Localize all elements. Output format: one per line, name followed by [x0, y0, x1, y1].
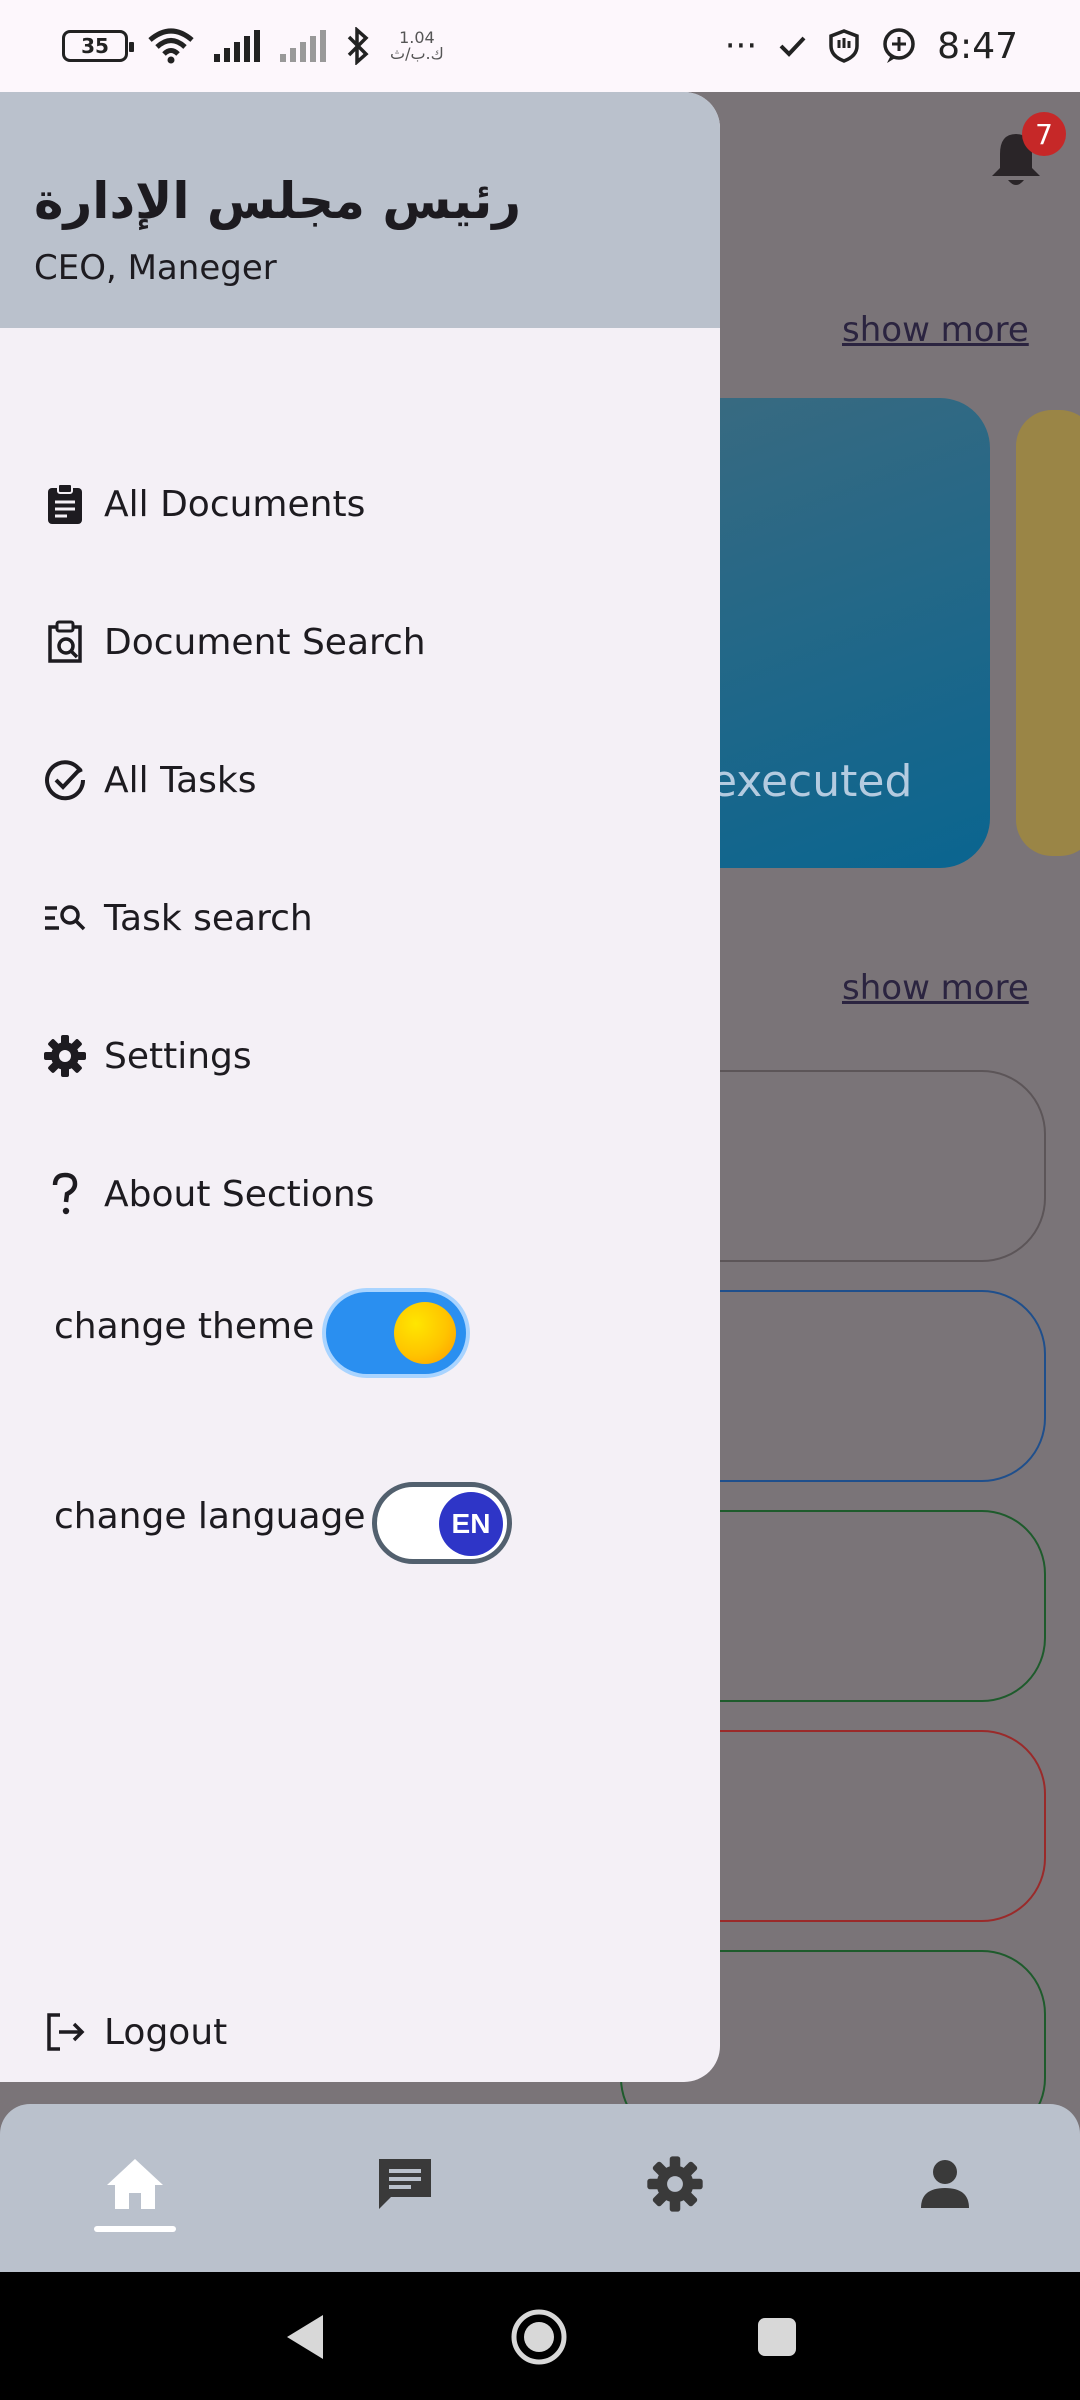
- home-circle-icon: [511, 2309, 567, 2365]
- nav-home[interactable]: [95, 2144, 175, 2224]
- language-knob: EN: [439, 1492, 503, 1556]
- more-indicator: ···: [724, 26, 758, 66]
- drawer-header: رئيس مجلس الإدارة CEO, Maneger: [0, 92, 720, 328]
- bluetooth-icon: [347, 27, 369, 65]
- shield-hand-icon: [829, 29, 859, 63]
- check-icon: [779, 36, 806, 57]
- gear-icon: [647, 2156, 703, 2212]
- user-role: CEO, Maneger: [34, 248, 277, 288]
- menu-item-task-search[interactable]: Task search: [0, 868, 720, 968]
- menu-item-settings[interactable]: Settings: [0, 1006, 720, 1106]
- nav-profile[interactable]: [905, 2144, 985, 2224]
- menu-item-document-search[interactable]: Document Search: [0, 592, 720, 692]
- system-navigation-bar: [0, 2272, 1080, 2400]
- gear-icon: [40, 1031, 90, 1081]
- back-button[interactable]: [270, 2302, 340, 2372]
- menu-item-about-sections[interactable]: About Sections: [0, 1144, 720, 1244]
- change-theme-label: change theme: [54, 1306, 315, 1347]
- logout-button[interactable]: Logout: [0, 1982, 720, 2082]
- navigation-drawer: رئيس مجلس الإدارة CEO, Maneger All Docum…: [0, 92, 720, 2082]
- home-icon: [107, 2159, 163, 2209]
- notification-badge: 7: [1022, 112, 1066, 156]
- clipboard-icon: [40, 479, 90, 529]
- status-card-secondary[interactable]: [1016, 410, 1080, 856]
- add-message-icon: [883, 28, 915, 63]
- menu-item-label: Document Search: [104, 621, 426, 663]
- menu-item-label: All Documents: [104, 483, 366, 525]
- menu-item-label: Settings: [104, 1035, 252, 1077]
- change-language-label: change language: [54, 1496, 366, 1537]
- nav-chat[interactable]: [365, 2144, 445, 2224]
- menu-item-label: Task search: [104, 897, 313, 939]
- signal-secondary-icon: [280, 30, 326, 62]
- menu-item-label: All Tasks: [104, 759, 257, 801]
- recents-icon: [758, 2318, 796, 2356]
- signal-icon: [214, 30, 260, 62]
- check-circle-icon: [40, 755, 90, 805]
- change-language-row: change language: [54, 1496, 366, 1537]
- logout-label: Logout: [104, 2011, 228, 2053]
- clipboard-search-icon: [40, 617, 90, 667]
- list-search-icon: [40, 893, 90, 943]
- logout-icon: [40, 2007, 90, 2057]
- menu-item-all-tasks[interactable]: All Tasks: [0, 730, 720, 830]
- bottom-navigation: [0, 2104, 1080, 2272]
- home-button[interactable]: [504, 2302, 574, 2372]
- recents-button[interactable]: [742, 2302, 812, 2372]
- language-toggle[interactable]: EN: [372, 1482, 512, 1564]
- nav-active-indicator: [94, 2226, 176, 2232]
- status-time: 8:47: [937, 25, 1018, 67]
- sun-icon: [394, 1302, 456, 1364]
- theme-toggle[interactable]: [326, 1292, 466, 1374]
- net-speed: 1.04 ك.ب/ث: [390, 28, 444, 63]
- chat-icon: [379, 2159, 431, 2209]
- back-icon: [287, 2315, 323, 2359]
- nav-settings[interactable]: [635, 2144, 715, 2224]
- status-bar: 35 1.04 ك.ب/ث ··· 8:47: [0, 0, 1080, 92]
- card-label: executed: [710, 756, 913, 807]
- question-icon: [40, 1169, 90, 1219]
- change-theme-row: change theme: [54, 1306, 314, 1347]
- show-more-link[interactable]: show more: [842, 968, 1029, 1008]
- user-name: رئيس مجلس الإدارة: [34, 172, 522, 230]
- wifi-icon: [148, 28, 194, 64]
- show-more-link[interactable]: show more: [842, 310, 1029, 350]
- battery-icon: 35: [62, 30, 134, 62]
- menu-item-label: About Sections: [104, 1173, 375, 1215]
- person-icon: [921, 2160, 969, 2208]
- menu-item-all-documents[interactable]: All Documents: [0, 454, 720, 554]
